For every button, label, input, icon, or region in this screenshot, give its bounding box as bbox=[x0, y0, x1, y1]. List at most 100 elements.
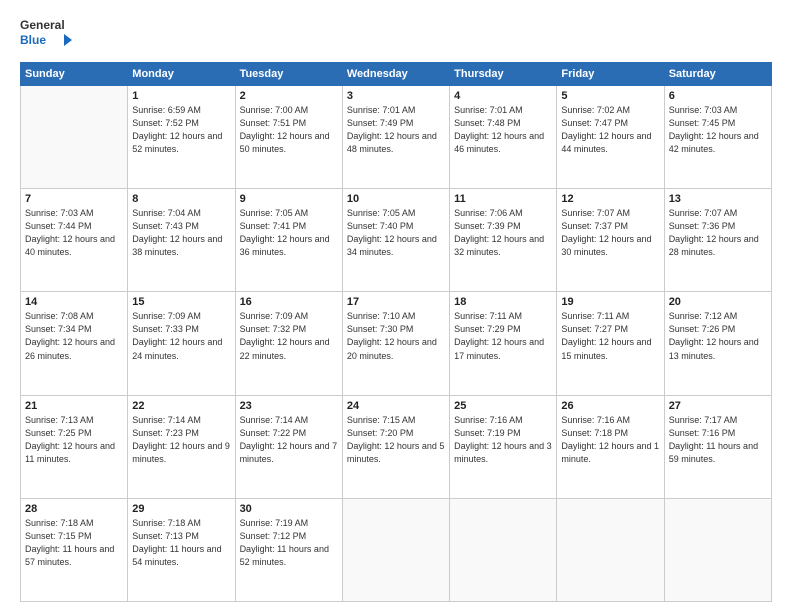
day-info: Sunrise: 7:02 AMSunset: 7:47 PMDaylight:… bbox=[561, 104, 659, 156]
calendar-cell: 28 Sunrise: 7:18 AMSunset: 7:15 PMDayligh… bbox=[21, 498, 128, 601]
weekday-header-sunday: Sunday bbox=[21, 63, 128, 86]
day-number: 24 bbox=[347, 400, 445, 412]
logo: General Blue bbox=[20, 16, 75, 52]
week-row-4: 28 Sunrise: 7:18 AMSunset: 7:15 PMDayligh… bbox=[21, 498, 772, 601]
day-info: Sunrise: 7:18 AMSunset: 7:15 PMDaylight:… bbox=[25, 517, 123, 569]
day-info: Sunrise: 7:01 AMSunset: 7:48 PMDaylight:… bbox=[454, 104, 552, 156]
calendar-cell: 15 Sunrise: 7:09 AMSunset: 7:33 PMDayligh… bbox=[128, 292, 235, 395]
day-number: 1 bbox=[132, 90, 230, 102]
day-number: 3 bbox=[347, 90, 445, 102]
weekday-header-row: SundayMondayTuesdayWednesdayThursdayFrid… bbox=[21, 63, 772, 86]
calendar-cell bbox=[21, 86, 128, 189]
day-info: Sunrise: 7:11 AMSunset: 7:29 PMDaylight:… bbox=[454, 310, 552, 362]
calendar-cell: 6 Sunrise: 7:03 AMSunset: 7:45 PMDaylight… bbox=[664, 86, 771, 189]
day-info: Sunrise: 7:09 AMSunset: 7:33 PMDaylight:… bbox=[132, 310, 230, 362]
weekday-header-thursday: Thursday bbox=[450, 63, 557, 86]
day-info: Sunrise: 7:10 AMSunset: 7:30 PMDaylight:… bbox=[347, 310, 445, 362]
calendar-cell bbox=[557, 498, 664, 601]
day-number: 6 bbox=[669, 90, 767, 102]
calendar-cell bbox=[342, 498, 449, 601]
calendar-cell: 27Sunrise: 7:17 AMSunset: 7:16 PMDayligh… bbox=[664, 395, 771, 498]
calendar-cell bbox=[450, 498, 557, 601]
day-info: Sunrise: 7:16 AMSunset: 7:18 PMDaylight:… bbox=[561, 414, 659, 466]
day-number: 20 bbox=[669, 296, 767, 308]
week-row-2: 14 Sunrise: 7:08 AMSunset: 7:34 PMDayligh… bbox=[21, 292, 772, 395]
day-number: 16 bbox=[240, 296, 338, 308]
calendar-table: SundayMondayTuesdayWednesdayThursdayFrid… bbox=[20, 62, 772, 602]
day-number: 7 bbox=[25, 193, 123, 205]
day-number: 27 bbox=[669, 400, 767, 412]
calendar-cell: 30 Sunrise: 7:19 AMSunset: 7:12 PMDayligh… bbox=[235, 498, 342, 601]
day-number: 28 bbox=[25, 503, 123, 515]
day-info: Sunrise: 7:07 AMSunset: 7:37 PMDaylight:… bbox=[561, 207, 659, 259]
day-info: Sunrise: 7:00 AMSunset: 7:51 PMDaylight:… bbox=[240, 104, 338, 156]
calendar-cell: 9 Sunrise: 7:05 AMSunset: 7:41 PMDaylight… bbox=[235, 189, 342, 292]
day-info: Sunrise: 7:08 AMSunset: 7:34 PMDaylight:… bbox=[25, 310, 123, 362]
calendar-cell: 4 Sunrise: 7:01 AMSunset: 7:48 PMDaylight… bbox=[450, 86, 557, 189]
calendar-cell: 10 Sunrise: 7:05 AMSunset: 7:40 PMDayligh… bbox=[342, 189, 449, 292]
day-info: Sunrise: 7:13 AMSunset: 7:25 PMDaylight:… bbox=[25, 414, 123, 466]
day-info: Sunrise: 7:05 AMSunset: 7:41 PMDaylight:… bbox=[240, 207, 338, 259]
day-info: Sunrise: 7:16 AMSunset: 7:19 PMDaylight:… bbox=[454, 414, 552, 466]
day-number: 11 bbox=[454, 193, 552, 205]
weekday-header-monday: Monday bbox=[128, 63, 235, 86]
calendar-cell: 2 Sunrise: 7:00 AMSunset: 7:51 PMDaylight… bbox=[235, 86, 342, 189]
day-info: Sunrise: 7:14 AMSunset: 7:22 PMDaylight:… bbox=[240, 414, 338, 466]
day-number: 21 bbox=[25, 400, 123, 412]
day-info: Sunrise: 7:05 AMSunset: 7:40 PMDaylight:… bbox=[347, 207, 445, 259]
page: General Blue SundayMondayTuesdayWednesda… bbox=[0, 0, 792, 612]
svg-text:Blue: Blue bbox=[20, 33, 46, 47]
day-number: 9 bbox=[240, 193, 338, 205]
calendar-cell: 19 Sunrise: 7:11 AMSunset: 7:27 PMDayligh… bbox=[557, 292, 664, 395]
calendar-cell: 16 Sunrise: 7:09 AMSunset: 7:32 PMDayligh… bbox=[235, 292, 342, 395]
day-number: 22 bbox=[132, 400, 230, 412]
calendar-cell: 7 Sunrise: 7:03 AMSunset: 7:44 PMDaylight… bbox=[21, 189, 128, 292]
svg-text:General: General bbox=[20, 18, 65, 32]
day-number: 17 bbox=[347, 296, 445, 308]
day-number: 8 bbox=[132, 193, 230, 205]
day-number: 10 bbox=[347, 193, 445, 205]
logo-svg: General Blue bbox=[20, 16, 75, 52]
day-info: Sunrise: 7:01 AMSunset: 7:49 PMDaylight:… bbox=[347, 104, 445, 156]
day-info: Sunrise: 7:09 AMSunset: 7:32 PMDaylight:… bbox=[240, 310, 338, 362]
week-row-0: 1 Sunrise: 6:59 AMSunset: 7:52 PMDaylight… bbox=[21, 86, 772, 189]
day-number: 14 bbox=[25, 296, 123, 308]
day-number: 13 bbox=[669, 193, 767, 205]
calendar-cell: 17 Sunrise: 7:10 AMSunset: 7:30 PMDayligh… bbox=[342, 292, 449, 395]
calendar-cell: 26 Sunrise: 7:16 AMSunset: 7:18 PMDayligh… bbox=[557, 395, 664, 498]
calendar-cell bbox=[664, 498, 771, 601]
day-number: 19 bbox=[561, 296, 659, 308]
weekday-header-saturday: Saturday bbox=[664, 63, 771, 86]
calendar-cell: 24 Sunrise: 7:15 AMSunset: 7:20 PMDayligh… bbox=[342, 395, 449, 498]
calendar-cell: 5 Sunrise: 7:02 AMSunset: 7:47 PMDaylight… bbox=[557, 86, 664, 189]
calendar-cell: 21 Sunrise: 7:13 AMSunset: 7:25 PMDayligh… bbox=[21, 395, 128, 498]
day-number: 23 bbox=[240, 400, 338, 412]
calendar-cell: 22Sunrise: 7:14 AMSunset: 7:23 PMDayligh… bbox=[128, 395, 235, 498]
header: General Blue bbox=[20, 16, 772, 52]
day-info: Sunrise: 7:03 AMSunset: 7:45 PMDaylight:… bbox=[669, 104, 767, 156]
calendar-cell: 11 Sunrise: 7:06 AMSunset: 7:39 PMDayligh… bbox=[450, 189, 557, 292]
day-number: 2 bbox=[240, 90, 338, 102]
calendar-cell: 14 Sunrise: 7:08 AMSunset: 7:34 PMDayligh… bbox=[21, 292, 128, 395]
day-info: Sunrise: 7:04 AMSunset: 7:43 PMDaylight:… bbox=[132, 207, 230, 259]
day-number: 12 bbox=[561, 193, 659, 205]
day-number: 5 bbox=[561, 90, 659, 102]
day-number: 15 bbox=[132, 296, 230, 308]
day-number: 4 bbox=[454, 90, 552, 102]
day-number: 30 bbox=[240, 503, 338, 515]
day-info: Sunrise: 7:11 AMSunset: 7:27 PMDaylight:… bbox=[561, 310, 659, 362]
week-row-1: 7 Sunrise: 7:03 AMSunset: 7:44 PMDaylight… bbox=[21, 189, 772, 292]
calendar-cell: 23 Sunrise: 7:14 AMSunset: 7:22 PMDayligh… bbox=[235, 395, 342, 498]
day-info: Sunrise: 7:19 AMSunset: 7:12 PMDaylight:… bbox=[240, 517, 338, 569]
calendar-cell: 1 Sunrise: 6:59 AMSunset: 7:52 PMDaylight… bbox=[128, 86, 235, 189]
calendar-cell: 3 Sunrise: 7:01 AMSunset: 7:49 PMDaylight… bbox=[342, 86, 449, 189]
day-info: Sunrise: 7:06 AMSunset: 7:39 PMDaylight:… bbox=[454, 207, 552, 259]
day-info: Sunrise: 7:03 AMSunset: 7:44 PMDaylight:… bbox=[25, 207, 123, 259]
calendar-cell: 18Sunrise: 7:11 AMSunset: 7:29 PMDayligh… bbox=[450, 292, 557, 395]
day-number: 26 bbox=[561, 400, 659, 412]
day-info: Sunrise: 7:15 AMSunset: 7:20 PMDaylight:… bbox=[347, 414, 445, 466]
calendar-cell: 20 Sunrise: 7:12 AMSunset: 7:26 PMDayligh… bbox=[664, 292, 771, 395]
weekday-header-tuesday: Tuesday bbox=[235, 63, 342, 86]
day-info: Sunrise: 6:59 AMSunset: 7:52 PMDaylight:… bbox=[132, 104, 230, 156]
day-info: Sunrise: 7:12 AMSunset: 7:26 PMDaylight:… bbox=[669, 310, 767, 362]
